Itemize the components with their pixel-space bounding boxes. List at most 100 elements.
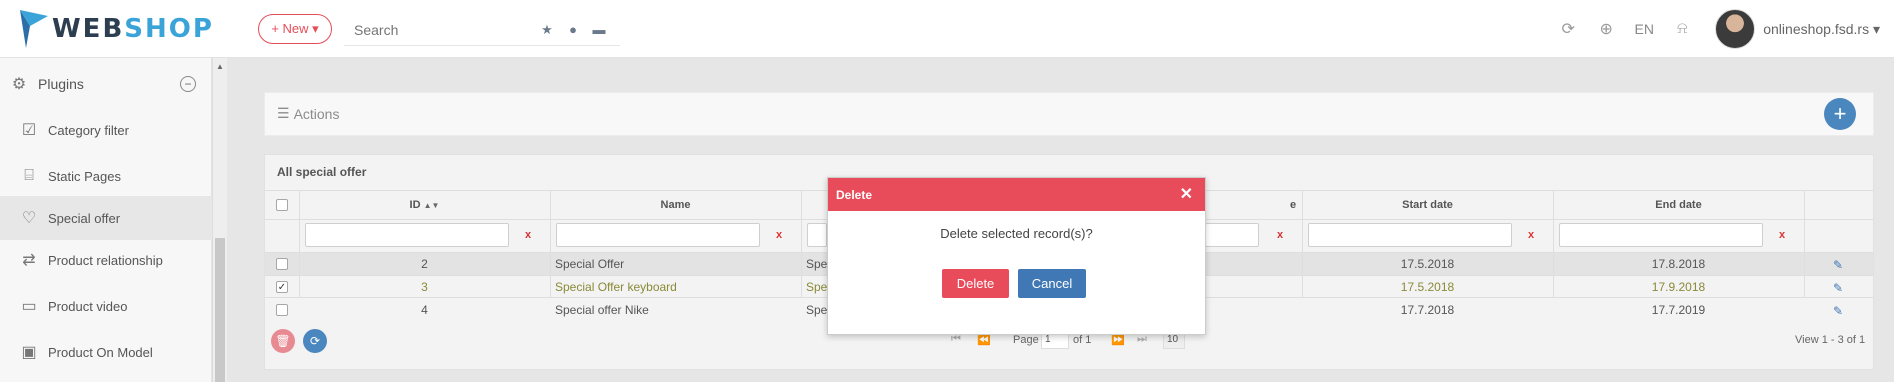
filter-type-input[interactable] bbox=[807, 223, 827, 247]
checkbox-icon bbox=[276, 304, 288, 316]
sidebar-header-label: Plugins bbox=[38, 76, 84, 92]
filter-end-date-input[interactable] bbox=[1559, 223, 1763, 247]
clear-filter-id[interactable]: x bbox=[525, 229, 531, 241]
cell-name: Special Offer bbox=[555, 257, 625, 271]
sidebar-item-label: Static Pages bbox=[48, 168, 121, 184]
refresh-icon[interactable]: ⟳ bbox=[1549, 0, 1587, 58]
grid-title: All special offer bbox=[277, 165, 367, 179]
logo-text: WEBSHOP bbox=[52, 14, 214, 44]
column-header-end-date[interactable]: End date bbox=[1553, 191, 1804, 219]
clear-filter-end-date[interactable]: x bbox=[1779, 229, 1785, 241]
cart-icon[interactable]: ▬ bbox=[586, 20, 612, 40]
sort-icon: ▲▼ bbox=[423, 200, 440, 210]
select-all-checkbox[interactable] bbox=[265, 191, 299, 219]
cell-start-date: 17.5.2018 bbox=[1400, 257, 1455, 271]
page-label: Page bbox=[1013, 334, 1039, 346]
scroll-up-icon[interactable]: ▲ bbox=[216, 62, 224, 71]
video-icon: ▭ bbox=[21, 298, 37, 315]
view-records-text: View 1 - 3 of 1 bbox=[1795, 334, 1866, 346]
sidebar-item-product-on-model[interactable]: ▣ Product On Model bbox=[0, 330, 212, 374]
sidebar-item-product-relationship[interactable]: ⇄ Product relationship bbox=[0, 238, 212, 282]
column-header-start-date[interactable]: Start date bbox=[1302, 191, 1553, 219]
filter-id-input[interactable] bbox=[305, 223, 509, 247]
cell-type: Spec bbox=[806, 303, 828, 317]
sidebar-item-label: Category filter bbox=[48, 122, 129, 138]
scrollbar-thumb[interactable] bbox=[215, 238, 225, 382]
column-header-label: ID bbox=[409, 199, 421, 211]
cell-id: 3 bbox=[421, 280, 428, 294]
checkbox-icon bbox=[276, 258, 288, 270]
filter-type-input-end[interactable] bbox=[1205, 223, 1259, 247]
edit-icon[interactable]: ✎ bbox=[1833, 281, 1843, 295]
search-bar: ★ ● ▬ bbox=[344, 14, 620, 46]
sidebar-item-label: Product On Model bbox=[48, 344, 153, 360]
new-button[interactable]: + New ▾ bbox=[258, 14, 332, 44]
search-input[interactable] bbox=[344, 21, 534, 38]
row-checkbox[interactable] bbox=[265, 299, 299, 321]
sidebar-item-category-filter[interactable]: ☑ Category filter bbox=[0, 108, 212, 152]
actions-label: Actions bbox=[293, 105, 340, 122]
divider bbox=[1804, 190, 1805, 297]
cancel-button[interactable]: Cancel bbox=[1018, 269, 1086, 298]
header-right: ⟳ ⊕ EN ⍾ onlineshop.fsd.rs ▾ bbox=[1549, 0, 1894, 58]
cell-type: Spec bbox=[806, 257, 828, 271]
dialog-header: Delete ✕ bbox=[828, 178, 1205, 211]
clear-filter-start-date[interactable]: x bbox=[1528, 229, 1534, 241]
logo-mark-icon bbox=[20, 10, 48, 48]
bell-icon[interactable]: ⍾ bbox=[1663, 0, 1701, 58]
checkbox-icon bbox=[276, 199, 288, 211]
plus-icon: + bbox=[1833, 101, 1847, 126]
sidebar-item-static-pages[interactable]: ⌸ Static Pages bbox=[0, 154, 212, 198]
language-selector[interactable]: EN bbox=[1625, 21, 1663, 37]
filter-name-input[interactable] bbox=[556, 223, 760, 247]
webshop-logo[interactable]: WEBSHOP bbox=[20, 10, 214, 48]
cell-start-date: 17.5.2018 bbox=[1400, 280, 1455, 294]
cell-name: Special Offer keyboard bbox=[555, 280, 677, 294]
delete-selected-button[interactable]: 🗑 bbox=[271, 329, 295, 353]
column-header-type[interactable]: e bbox=[1284, 191, 1302, 219]
page-count: of 1 bbox=[1073, 334, 1092, 346]
cell-end-date: 17.9.2018 bbox=[1651, 280, 1706, 294]
confirm-delete-button[interactable]: Delete bbox=[942, 269, 1009, 298]
user-menu[interactable]: onlineshop.fsd.rs ▾ bbox=[1763, 21, 1880, 38]
bookmark-icon: ⌸ bbox=[24, 167, 34, 184]
clear-filter-type[interactable]: x bbox=[1277, 229, 1283, 241]
sidebar: ⚙ Plugins − ☑ Category filter ⌸ Static P… bbox=[0, 58, 212, 382]
close-icon[interactable]: ✕ bbox=[1180, 184, 1193, 204]
cell-name: Special offer Nike bbox=[555, 303, 649, 317]
sidebar-item-special-offer[interactable]: ♡ Special offer bbox=[0, 196, 212, 240]
avatar[interactable] bbox=[1715, 9, 1756, 49]
user-icon[interactable]: ● bbox=[560, 20, 586, 40]
add-button[interactable]: + bbox=[1824, 98, 1856, 130]
top-header: WEBSHOP + New ▾ ★ ● ▬ ⟳ ⊕ EN ⍾ onlinesho… bbox=[0, 0, 1894, 58]
sidebar-item-label: Special offer bbox=[48, 210, 121, 226]
sidebar-scrollbar[interactable]: ▲ bbox=[212, 58, 227, 382]
image-icon: ▣ bbox=[21, 344, 37, 361]
checkbox-checked-icon: ✓ bbox=[276, 281, 288, 293]
shuffle-icon: ⇄ bbox=[22, 252, 36, 269]
cell-id: 4 bbox=[421, 303, 428, 317]
column-header-id[interactable]: ID ▲▼ bbox=[299, 191, 550, 219]
column-header-name[interactable]: Name bbox=[550, 191, 801, 219]
edit-icon[interactable]: ✎ bbox=[1833, 304, 1843, 318]
cell-start-date: 17.7.2018 bbox=[1400, 303, 1455, 317]
filter-start-date-input[interactable] bbox=[1308, 223, 1512, 247]
clear-filter-name[interactable]: x bbox=[776, 229, 782, 241]
row-checkbox[interactable] bbox=[265, 253, 299, 275]
delete-dialog: Delete ✕ Delete selected record(s)? Dele… bbox=[827, 177, 1206, 335]
star-icon[interactable]: ★ bbox=[534, 20, 560, 40]
globe-icon[interactable]: ⊕ bbox=[1587, 0, 1625, 58]
row-checkbox[interactable]: ✓ bbox=[265, 276, 299, 298]
collapse-icon[interactable]: − bbox=[180, 76, 196, 92]
sidebar-item-product-video[interactable]: ▭ Product video bbox=[0, 284, 212, 328]
heart-icon: ♡ bbox=[21, 210, 37, 227]
reload-button[interactable]: ⟳ bbox=[303, 329, 327, 353]
cell-end-date: 17.8.2018 bbox=[1651, 257, 1706, 271]
actions-bar: ☰ Actions bbox=[264, 92, 1874, 136]
edit-icon[interactable]: ✎ bbox=[1833, 258, 1843, 272]
dialog-message: Delete selected record(s)? bbox=[940, 226, 1093, 241]
refresh-icon: ⟳ bbox=[309, 334, 321, 348]
actions-menu[interactable]: ☰ Actions bbox=[277, 105, 339, 122]
divider bbox=[801, 190, 802, 297]
checkbox-icon: ☑ bbox=[21, 122, 37, 139]
